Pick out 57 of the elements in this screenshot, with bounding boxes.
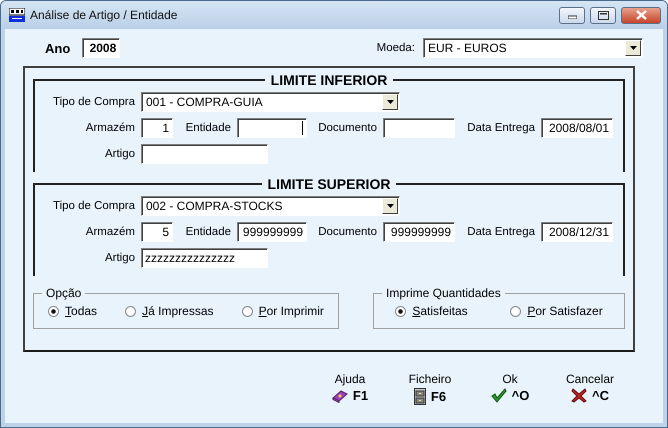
radio-button[interactable] xyxy=(125,306,136,316)
book-icon xyxy=(332,388,348,402)
armazem-field[interactable]: 5 xyxy=(141,222,173,242)
radio-label[interactable]: Satisfeitas xyxy=(412,304,468,318)
field-label: Moeda: xyxy=(376,42,415,54)
group-title: Imprime Quantidades xyxy=(385,286,502,300)
minimize-button[interactable] xyxy=(559,6,585,24)
field-label: Armazém xyxy=(84,226,135,238)
close-icon xyxy=(636,10,646,20)
ok-button[interactable]: Ok ^O xyxy=(483,372,537,405)
field-label: Data Entrega xyxy=(466,122,535,134)
field-label: Documento xyxy=(317,226,377,238)
documento-field[interactable]: 999999999 xyxy=(383,222,455,242)
field-label: Tipo de Compra xyxy=(52,96,135,108)
maximize-icon xyxy=(598,10,608,20)
data-entrega-field[interactable]: 2008/12/31 xyxy=(541,222,613,242)
file-button[interactable]: Ficheiro F6 xyxy=(403,372,457,405)
field-label: Entidade xyxy=(184,122,231,134)
field-label: Tipo de Compra xyxy=(52,200,135,212)
cabinet-icon xyxy=(414,388,426,405)
radio-button[interactable] xyxy=(48,306,60,316)
group-title: LIMITE INFERIOR xyxy=(270,72,388,88)
field-label: Documento xyxy=(317,122,377,134)
entidade-field[interactable]: 999999999 xyxy=(237,222,307,242)
radio-button[interactable] xyxy=(395,306,406,316)
radio-label[interactable]: Já Impressas xyxy=(142,304,214,318)
cancel-button[interactable]: Cancelar ^C xyxy=(563,372,617,405)
maximize-button[interactable] xyxy=(590,6,616,24)
moeda-dropdown[interactable]: EUR - EUROS xyxy=(423,38,643,58)
app-icon xyxy=(9,8,25,22)
cross-icon xyxy=(571,388,587,403)
armazem-field[interactable]: 1 xyxy=(141,118,173,138)
radio-label[interactable]: Todas xyxy=(65,304,98,318)
entidade-field[interactable] xyxy=(237,118,307,138)
window-title: Análise de Artigo / Entidade xyxy=(30,8,178,22)
checkmark-icon xyxy=(490,388,507,403)
artigo-field[interactable]: zzzzzzzzzzzzzzz xyxy=(141,248,268,268)
field-label: Artigo xyxy=(104,148,135,160)
radio-label[interactable]: Por Satisfazer xyxy=(527,304,603,318)
close-button[interactable] xyxy=(621,6,661,24)
radio-button[interactable] xyxy=(242,306,253,316)
field-label: Entidade xyxy=(184,226,231,238)
help-button[interactable]: Ajuda F1 xyxy=(323,372,377,405)
data-entrega-field[interactable]: 2008/08/01 xyxy=(541,118,613,138)
field-label: Armazém xyxy=(84,122,135,134)
radio-button[interactable] xyxy=(510,306,522,316)
ano-field[interactable]: 2008 xyxy=(82,38,120,58)
group-title: LIMITE SUPERIOR xyxy=(266,176,392,192)
tipo-de-compra-dropdown[interactable]: 001 - COMPRA-GUIA xyxy=(141,92,400,112)
artigo-field[interactable] xyxy=(141,144,268,164)
group-title: Opção xyxy=(45,286,82,300)
field-label: Ano xyxy=(45,40,70,56)
documento-field[interactable] xyxy=(383,118,455,138)
field-label: Data Entrega xyxy=(466,226,535,238)
tipo-de-compra-dropdown[interactable]: 002 - COMPRA-STOCKS xyxy=(141,196,400,216)
radio-label[interactable]: Por Imprimir xyxy=(258,304,324,318)
field-label: Artigo xyxy=(104,252,135,264)
